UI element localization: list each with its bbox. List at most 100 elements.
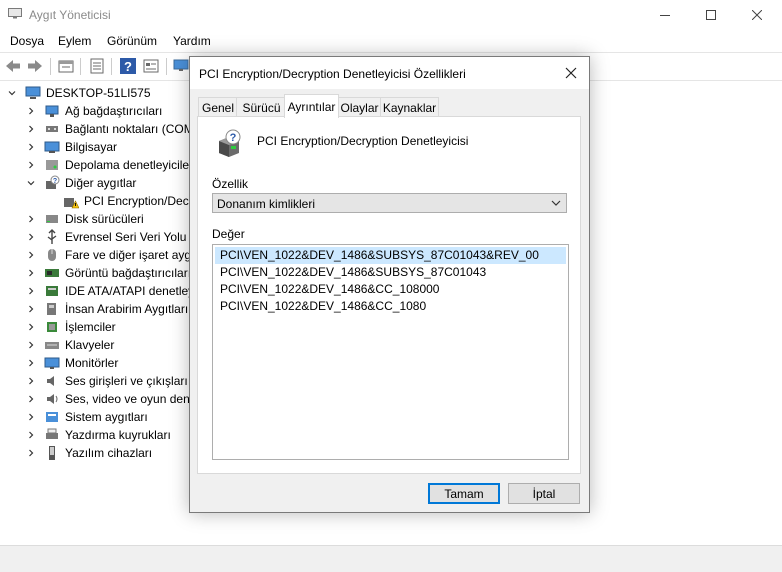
menu-gorunum[interactable]: Görünüm bbox=[107, 34, 157, 48]
menu-yardim[interactable]: Yardım bbox=[173, 34, 211, 48]
tree-item-label: Ağ bağdaştırıcıları bbox=[65, 104, 163, 118]
forward-icon[interactable] bbox=[26, 57, 44, 75]
chevron-right-icon[interactable] bbox=[25, 411, 37, 423]
chevron-down-icon[interactable] bbox=[6, 87, 18, 99]
tree-category-item[interactable]: Evrensel Seri Veri Yolu de bbox=[25, 228, 203, 246]
tree-category-item[interactable]: Ses, video ve oyun dene bbox=[25, 390, 196, 408]
chevron-right-icon[interactable] bbox=[25, 249, 37, 261]
toolbar-separator bbox=[50, 58, 51, 75]
tree-root[interactable]: DESKTOP-51LI575 bbox=[6, 84, 151, 102]
help-icon[interactable]: ? bbox=[119, 57, 137, 75]
chevron-right-icon[interactable] bbox=[25, 231, 37, 243]
value-item[interactable]: PCI\VEN_1022&DEV_1486&SUBSYS_87C01043 bbox=[215, 264, 566, 281]
keyboard-icon bbox=[45, 342, 59, 349]
menu-bar: Dosya Eylem Görünüm Yardım bbox=[0, 31, 782, 52]
computer-icon bbox=[25, 86, 41, 99]
back-icon[interactable] bbox=[4, 57, 22, 75]
tree-item-label: Fare ve diğer işaret aygıt bbox=[65, 248, 198, 262]
chevron-down-icon[interactable] bbox=[25, 177, 37, 189]
minimize-button[interactable] bbox=[642, 0, 688, 30]
chevron-right-icon[interactable] bbox=[25, 429, 37, 441]
monitor-icon[interactable] bbox=[172, 57, 190, 75]
chevron-right-icon[interactable] bbox=[25, 321, 37, 333]
toolbar-separator bbox=[80, 58, 81, 75]
tree-category-item[interactable]: Bilgisayar bbox=[25, 138, 117, 156]
chevron-right-icon[interactable] bbox=[25, 447, 37, 459]
tab-ayrintilar[interactable]: Ayrıntılar bbox=[284, 94, 339, 118]
software-device-icon bbox=[49, 446, 55, 460]
tree-category-item[interactable]: Ses girişleri ve çıkışları bbox=[25, 372, 188, 390]
chevron-right-icon[interactable] bbox=[25, 123, 37, 135]
properties-icon[interactable] bbox=[57, 57, 75, 75]
tree-category-item[interactable]: Yazılım cihazları bbox=[25, 444, 152, 462]
menu-dosya[interactable]: Dosya bbox=[10, 34, 44, 48]
printer-icon bbox=[46, 428, 58, 439]
chevron-right-icon[interactable] bbox=[25, 303, 37, 315]
property-select[interactable]: Donanım kimlikleri bbox=[212, 193, 567, 213]
hid-icon bbox=[47, 303, 56, 315]
window-title: Aygıt Yöneticisi bbox=[29, 8, 111, 22]
tree-category-item[interactable]: Görüntü bağdaştırıcıları bbox=[25, 264, 191, 282]
computer-icon bbox=[44, 141, 60, 153]
tree-item-label: İnsan Arabirim Aygıtları bbox=[65, 302, 189, 316]
tree-category-item[interactable]: İşlemciler bbox=[25, 318, 116, 336]
dialog-close-button[interactable] bbox=[558, 60, 584, 86]
value-item[interactable]: PCI\VEN_1022&DEV_1486&CC_1080 bbox=[215, 298, 566, 315]
tree-device-item[interactable]: PCI Encryption/Decr bbox=[44, 192, 193, 210]
chevron-right-icon[interactable] bbox=[25, 159, 37, 171]
svg-text:?: ? bbox=[230, 132, 237, 144]
tree-root-label: DESKTOP-51LI575 bbox=[46, 86, 151, 100]
chevron-right-icon[interactable] bbox=[25, 213, 37, 225]
tree-item-label: Klavyeler bbox=[65, 338, 115, 352]
tab-olaylar[interactable]: Olaylar bbox=[337, 97, 382, 117]
tree-category-item[interactable]: Disk sürücüleri bbox=[25, 210, 144, 228]
chevron-right-icon[interactable] bbox=[25, 393, 37, 405]
chevron-right-icon[interactable] bbox=[25, 357, 37, 369]
view-icon[interactable] bbox=[142, 57, 160, 75]
close-button[interactable] bbox=[734, 0, 780, 30]
device-manager-icon bbox=[8, 8, 22, 19]
tab-genel[interactable]: Genel bbox=[198, 97, 238, 117]
chevron-right-icon[interactable] bbox=[25, 285, 37, 297]
storage-icon bbox=[46, 160, 58, 170]
tree-category-item[interactable]: ? Diğer aygıtlar bbox=[25, 174, 136, 192]
tree-category-item[interactable]: Bağlantı noktaları (COM bbox=[25, 120, 194, 138]
tab-surucu[interactable]: Sürücü bbox=[236, 97, 287, 117]
chevron-right-icon[interactable] bbox=[25, 141, 37, 153]
processor-icon bbox=[47, 322, 57, 332]
chevron-right-icon[interactable] bbox=[25, 267, 37, 279]
maximize-button[interactable] bbox=[688, 0, 734, 30]
tree-item-label: Depolama denetleyiciler bbox=[65, 158, 194, 172]
chevron-right-icon[interactable] bbox=[25, 339, 37, 351]
ide-icon bbox=[46, 286, 58, 296]
tree-category-item[interactable]: Yazdırma kuyrukları bbox=[25, 426, 171, 444]
tree-category-item[interactable]: Klavyeler bbox=[25, 336, 114, 354]
ok-button[interactable]: Tamam bbox=[428, 483, 500, 504]
tree-item-label: Ses girişleri ve çıkışları bbox=[65, 374, 188, 388]
tree-item-label: Görüntü bağdaştırıcıları bbox=[65, 266, 192, 280]
value-item[interactable]: PCI\VEN_1022&DEV_1486&CC_108000 bbox=[215, 281, 566, 298]
sound-icon bbox=[47, 394, 58, 404]
tree-category-item[interactable]: Depolama denetleyiciler bbox=[25, 156, 193, 174]
chevron-right-icon[interactable] bbox=[25, 375, 37, 387]
chevron-right-icon[interactable] bbox=[25, 105, 37, 117]
tree-category-item[interactable]: Monitörler bbox=[25, 354, 118, 372]
tab-kaynaklar[interactable]: Kaynaklar bbox=[380, 97, 439, 117]
list-icon[interactable] bbox=[88, 57, 106, 75]
cancel-button[interactable]: İptal bbox=[508, 483, 580, 504]
value-list[interactable]: PCI\VEN_1022&DEV_1486&SUBSYS_87C01043&RE… bbox=[212, 244, 569, 460]
maximize-icon bbox=[706, 10, 716, 20]
minimize-icon bbox=[660, 15, 670, 16]
toolbar-separator bbox=[111, 58, 112, 75]
value-item[interactable]: PCI\VEN_1022&DEV_1486&SUBSYS_87C01043&RE… bbox=[215, 247, 566, 264]
tree-category-item[interactable]: IDE ATA/ATAPI denetleyi bbox=[25, 282, 197, 300]
status-bar bbox=[0, 545, 782, 572]
tree-item-label: Bağlantı noktaları (COM bbox=[65, 122, 194, 136]
mouse-icon bbox=[48, 249, 56, 261]
menu-eylem[interactable]: Eylem bbox=[58, 34, 91, 48]
tree-category-item[interactable]: Ağ bağdaştırıcıları bbox=[25, 102, 162, 120]
tree-category-item[interactable]: İnsan Arabirim Aygıtları bbox=[25, 300, 188, 318]
tree-category-item[interactable]: Sistem aygıtları bbox=[25, 408, 148, 426]
tree-category-item[interactable]: Fare ve diğer işaret aygıt bbox=[25, 246, 198, 264]
details-panel: ? PCI Encryption/Decryption Denetleyicis… bbox=[197, 116, 581, 474]
